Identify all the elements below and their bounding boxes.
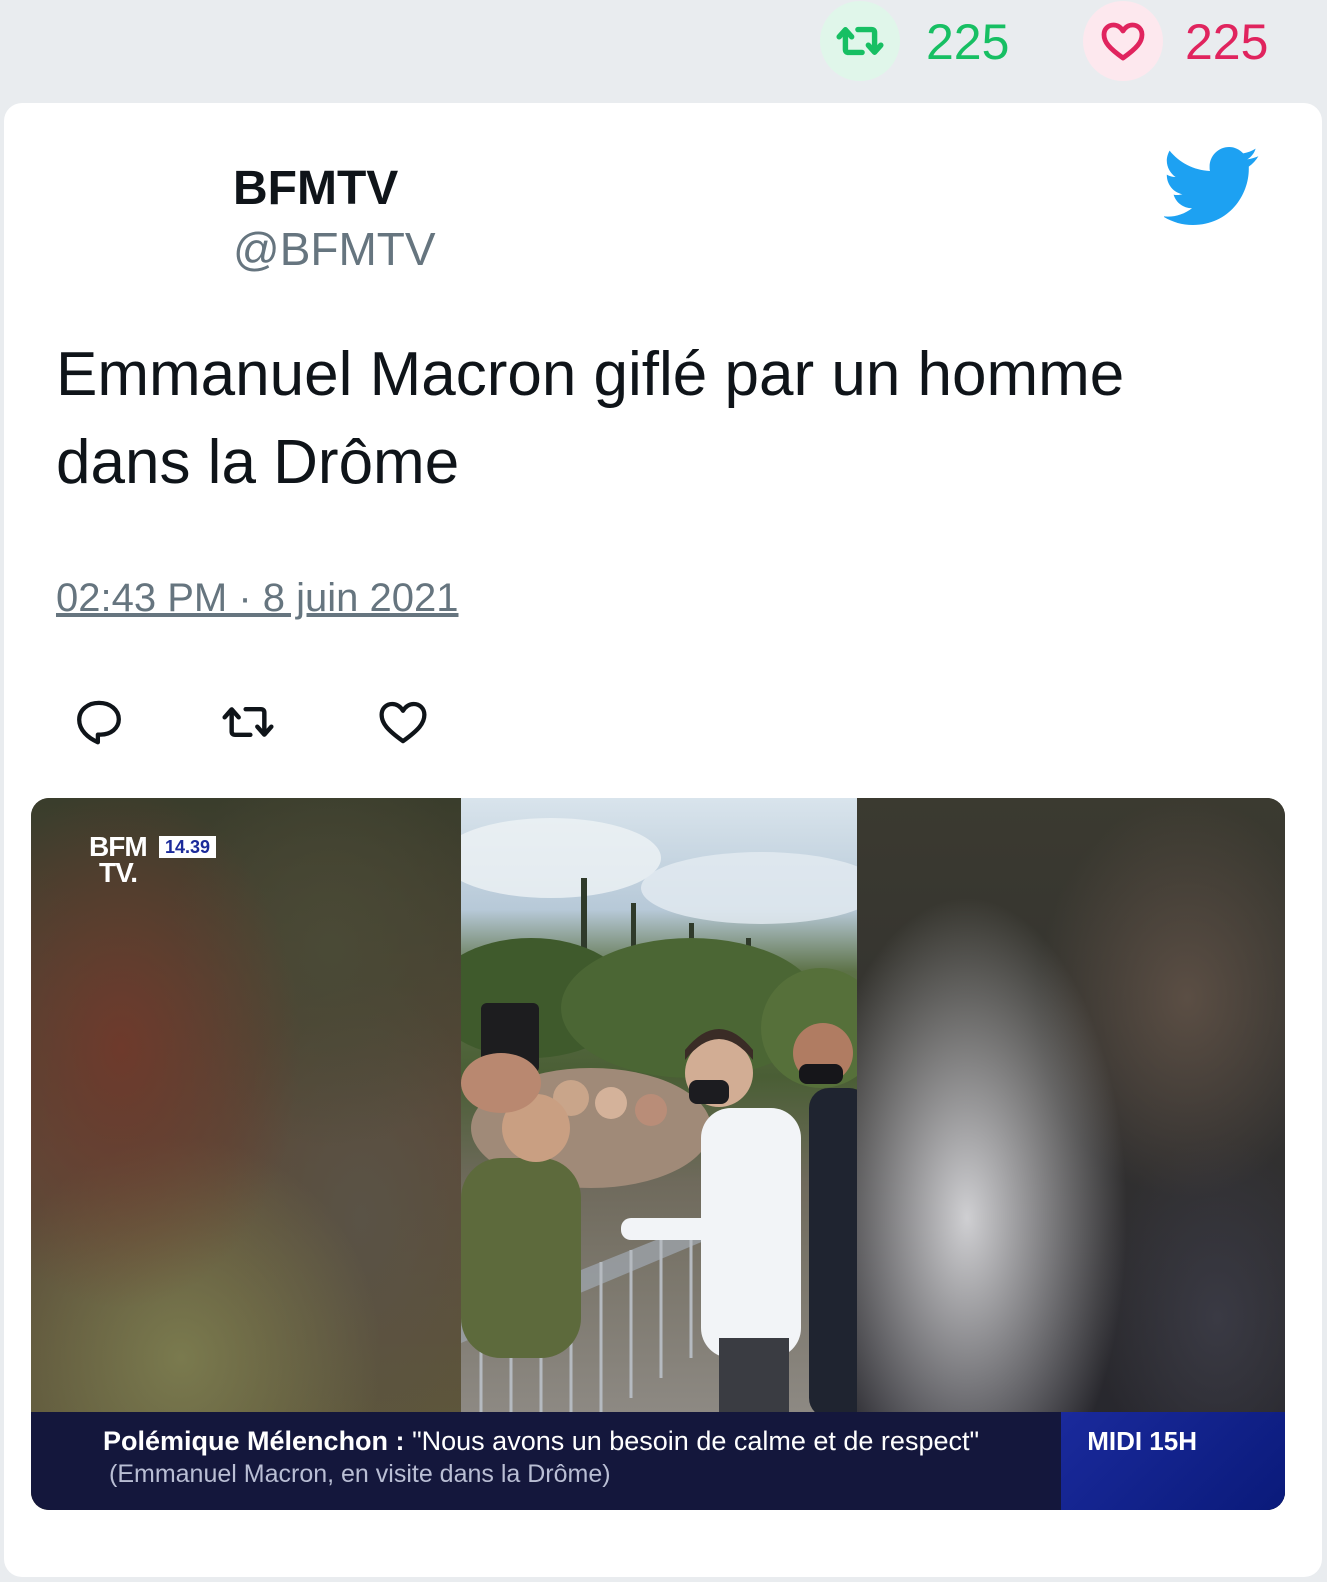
reply-button[interactable]	[70, 693, 128, 751]
reply-icon	[77, 700, 121, 745]
heart-icon	[1101, 22, 1145, 61]
headline-quote: "Nous avons un besoin de calme et de res…	[412, 1426, 980, 1456]
news-lower-third: Polémique Mélenchon : "Nous avons un bes…	[31, 1412, 1285, 1510]
headline-label: Polémique Mélenchon :	[103, 1426, 405, 1456]
lower-third-subtitle: (Emmanuel Macron, en visite dans la Drôm…	[109, 1460, 611, 1488]
tweet-video[interactable]: BFM TV. 14.39 Polémique Mélenchon : "Nou…	[31, 798, 1285, 1510]
video-blurred-right-panel	[857, 798, 1285, 1510]
like-stat-button[interactable]	[1083, 1, 1163, 81]
author-handle[interactable]: @BFMTV	[233, 221, 436, 277]
video-scene-illustration	[431, 818, 881, 1418]
video-blurred-left-panel	[31, 798, 461, 1510]
show-name: MIDI 15H	[1087, 1426, 1197, 1456]
retweet-icon	[836, 26, 884, 56]
lower-third-headline: Polémique Mélenchon : "Nous avons un bes…	[103, 1424, 979, 1458]
author-name[interactable]: BFMTV	[233, 159, 398, 219]
twitter-logo-icon[interactable]	[1162, 147, 1260, 230]
tweet-timestamp-link[interactable]: 02:43 PM · 8 juin 2021	[56, 573, 458, 623]
tweet-text: Emmanuel Macron giflé par un homme dans …	[56, 340, 1125, 497]
video-main-frame	[431, 798, 881, 1418]
retweet-button[interactable]	[219, 693, 277, 751]
like-button[interactable]	[374, 693, 432, 751]
tweet-stats-bar: 225 225	[0, 0, 1327, 96]
retweet-icon	[222, 706, 274, 738]
heart-icon	[379, 701, 427, 744]
retweet-stat-button[interactable]	[820, 1, 900, 81]
broadcast-clock: 14.39	[159, 836, 217, 858]
tweet-card: BFMTV @BFMTV Emmanuel Macron giflé par u…	[4, 103, 1322, 1577]
like-count: 225	[1185, 14, 1269, 70]
retweet-count: 225	[926, 14, 1010, 70]
bfmtv-channel-logo: BFM TV.	[89, 831, 148, 888]
